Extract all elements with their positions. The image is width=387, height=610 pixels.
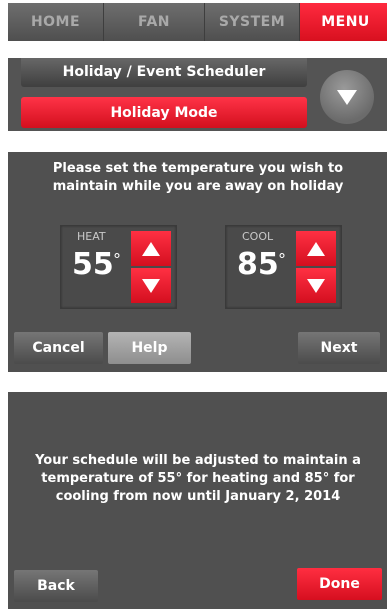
tab-system[interactable]: SYSTEM [205,3,300,41]
chevron-down-icon [337,90,357,105]
confirmation-panel: Your schedule will be adjusted to mainta… [8,392,387,609]
cool-up-button[interactable] [296,231,336,266]
heat-setpoint: HEAT 55 ° [60,225,177,309]
tab-menu[interactable]: MENU [300,3,387,41]
cool-label: COOL [242,230,274,243]
back-button[interactable]: Back [14,570,98,602]
heat-label: HEAT [77,230,106,243]
heat-down-button[interactable] [131,268,171,303]
arrow-down-icon [142,278,160,293]
prompt-line: Please set the temperature you wish to [52,161,344,176]
prompt-line: maintain while you are away on holiday [52,179,344,194]
confirmation-message: Your schedule will be adjusted to mainta… [8,452,387,506]
menu-item-holiday-event-scheduler[interactable]: Holiday / Event Scheduler [21,58,307,87]
top-nav-bar: HOME FAN SYSTEM MENU [8,3,387,41]
help-button[interactable]: Help [108,332,191,364]
arrow-up-icon [307,241,325,256]
heat-up-button[interactable] [131,231,171,266]
cool-value: 85 [237,247,279,282]
arrow-down-icon [307,278,325,293]
holiday-temperature-panel: Please set the temperature you wish to m… [8,152,387,372]
menu-panel: Holiday / Event Scheduler Holiday Mode [8,58,387,131]
tab-home[interactable]: HOME [8,3,104,41]
message-line: cooling from now until January 2, 2014 [55,489,341,504]
next-button[interactable]: Next [298,332,380,364]
tab-fan[interactable]: FAN [104,3,205,41]
cool-setpoint: COOL 85 ° [225,225,342,309]
message-line: Your schedule will be adjusted to mainta… [35,453,361,468]
cool-down-button[interactable] [296,268,336,303]
scroll-down-button[interactable] [320,70,374,124]
done-button[interactable]: Done [297,568,382,600]
temperature-prompt: Please set the temperature you wish to m… [8,160,387,196]
heat-degree-symbol: ° [113,250,121,269]
menu-item-holiday-mode[interactable]: Holiday Mode [21,97,307,128]
message-line: temperature of 55° for heating and 85° f… [41,471,355,486]
cool-degree-symbol: ° [278,250,286,269]
heat-value: 55 [72,247,114,282]
cancel-button[interactable]: Cancel [14,332,103,364]
arrow-up-icon [142,241,160,256]
